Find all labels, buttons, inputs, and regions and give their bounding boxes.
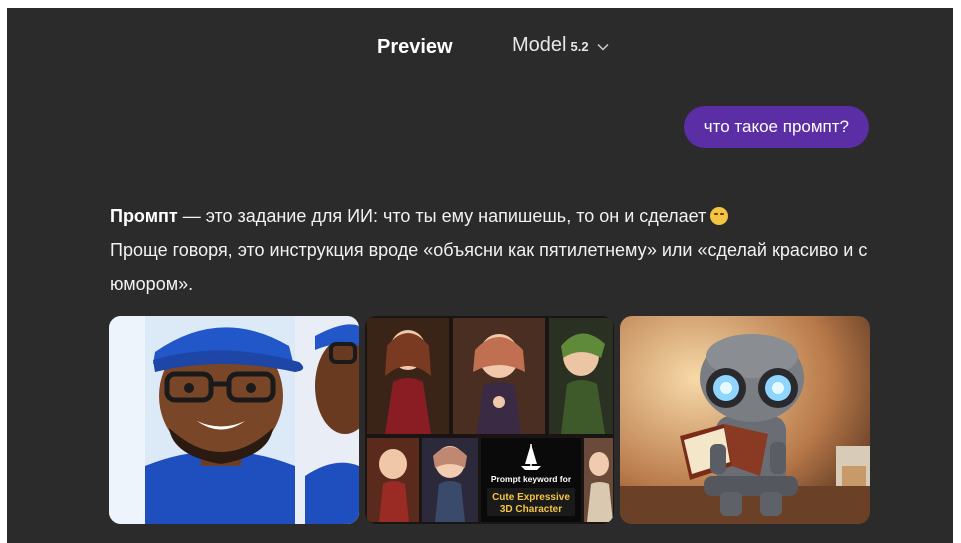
image-gallery: Prompt keyword for Cute Expressive 3D Ch… — [109, 316, 871, 524]
answer-line-1: — это задание для ИИ: что ты ему напишеш… — [177, 206, 707, 226]
image-cute-3d-characters[interactable]: Prompt keyword for Cute Expressive 3D Ch… — [364, 316, 615, 524]
model-version: 5.2 — [570, 39, 589, 54]
model-selector[interactable]: Model 5.2 — [512, 34, 609, 57]
smirk-emoji-icon — [710, 207, 729, 225]
header: Preview Model 5.2 — [7, 28, 953, 64]
image-cartoon-man[interactable] — [109, 316, 359, 524]
answer-line-2: Проще говоря, это инструкция вроде «объя… — [110, 240, 868, 294]
image-robot-reading[interactable] — [620, 316, 871, 524]
cartoon-man-illustration — [109, 316, 359, 524]
user-message-bubble: что такое промпт? — [683, 106, 869, 148]
tab-preview[interactable]: Preview — [377, 36, 453, 59]
collage-caption-line-3: 3D Character — [500, 504, 562, 515]
chat-window: Preview Model 5.2 что такое промпт? Пром… — [7, 8, 953, 543]
model-label: Model — [512, 34, 567, 56]
collage-caption-line-2: Cute Expressive — [492, 492, 570, 503]
answer-term: Промпт — [110, 206, 178, 226]
cute-characters-collage: Prompt keyword for Cute Expressive 3D Ch… — [364, 316, 615, 524]
assistant-answer: Промпт — это задание для ИИ: что ты ему … — [110, 199, 870, 301]
collage-caption-line-1: Prompt keyword for — [491, 474, 572, 484]
robot-reading-illustration — [620, 316, 871, 524]
chevron-down-icon — [597, 43, 609, 51]
